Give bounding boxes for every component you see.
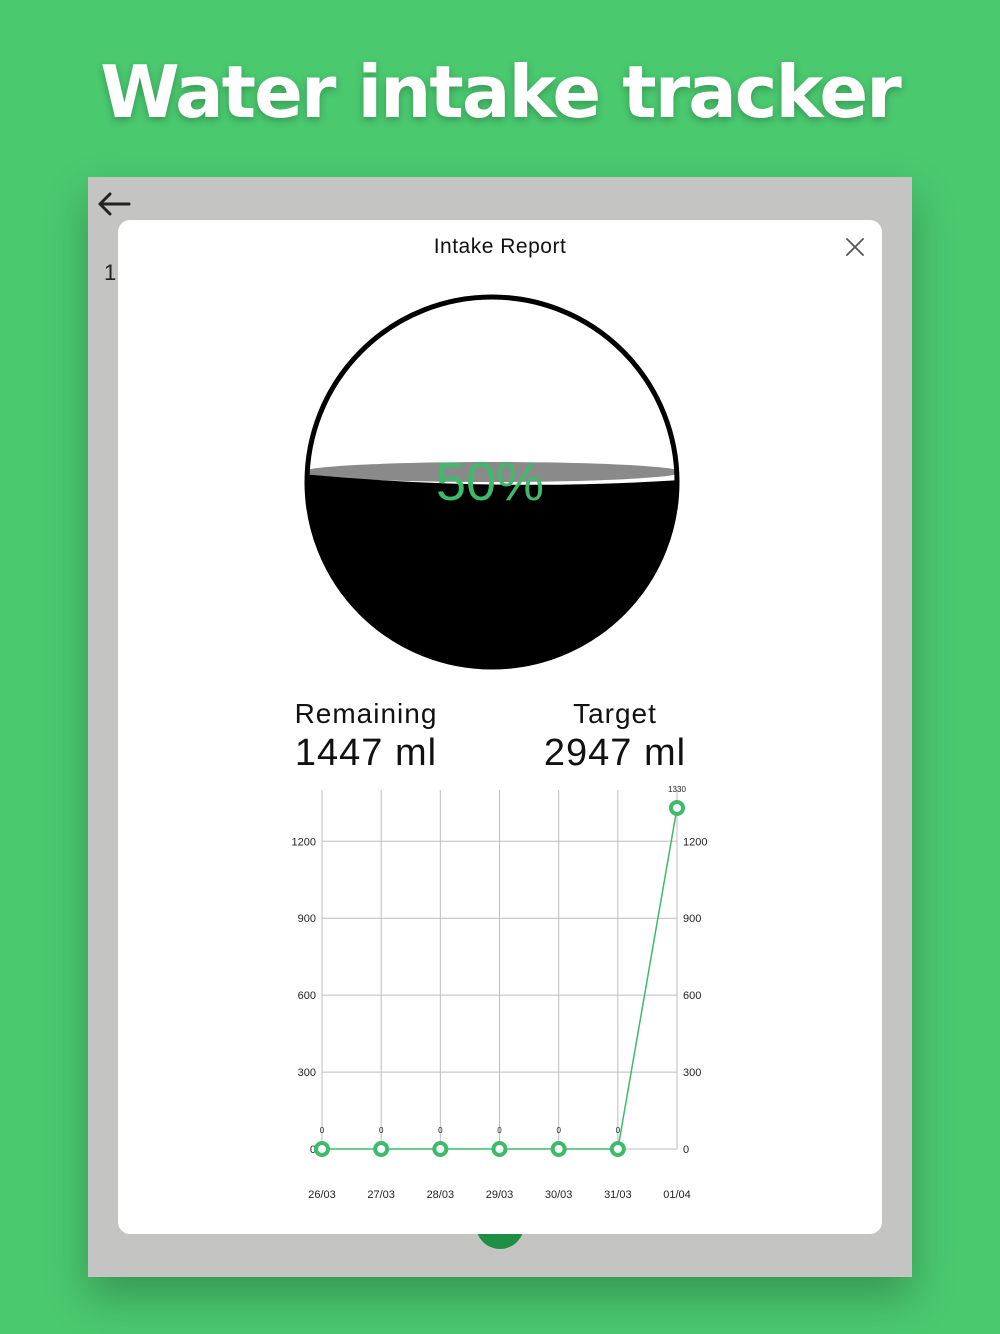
modal-title: Intake Report (433, 235, 567, 258)
data-point (491, 1141, 508, 1157)
y-tick-label-left: 600 (298, 990, 316, 1002)
x-tick-label: 29/03 (486, 1189, 514, 1201)
target-value: 2947 ml (543, 732, 687, 774)
headline: Water intake tracker (100, 50, 902, 134)
x-tick-label: 26/03 (308, 1189, 336, 1201)
y-tick-label-right: 1200 (683, 836, 707, 848)
data-point (550, 1141, 567, 1157)
y-tick-label-right: 0 (683, 1144, 689, 1156)
gauge-percent-label: 50% (436, 452, 544, 512)
data-point (314, 1141, 330, 1157)
x-tick-label: 30/03 (545, 1189, 573, 1201)
y-tick-label-right: 600 (683, 990, 701, 1002)
remaining-value: 1447 ml (294, 732, 438, 774)
data-label: 0 (379, 1126, 384, 1135)
background-text: 1 (104, 260, 117, 285)
remaining-label: Remaining (294, 698, 438, 729)
x-tick-label: 01/04 (663, 1189, 691, 1201)
data-point (669, 799, 685, 816)
y-tick-label-right: 900 (683, 913, 701, 925)
y-tick-label-left: 1200 (292, 836, 316, 848)
y-tick-label-right: 300 (683, 1067, 701, 1079)
data-point (373, 1141, 390, 1157)
x-tick-label: 27/03 (367, 1189, 395, 1201)
intake-history-chart: 0 0 300 300 600 600 900 900 1200 1200 26/03 27/03 28… (292, 785, 708, 1201)
data-point (609, 1141, 626, 1157)
data-label: 0 (497, 1126, 502, 1135)
data-label: 1330 (668, 785, 686, 794)
back-arrow-icon[interactable] (96, 189, 132, 219)
intake-report-modal: Intake Report 50% Remaining 1447 ml Targ… (118, 220, 882, 1234)
data-label: 0 (616, 1126, 621, 1135)
data-label: 0 (556, 1126, 561, 1135)
data-label: 0 (438, 1126, 443, 1135)
remaining-stat: Remaining 1447 ml (256, 698, 476, 775)
close-icon[interactable] (844, 236, 866, 258)
target-label: Target (573, 698, 657, 729)
x-tick-label: 28/03 (427, 1189, 455, 1201)
y-tick-label-left: 300 (298, 1067, 316, 1079)
data-label: 0 (320, 1126, 325, 1135)
x-tick-label: 31/03 (604, 1189, 632, 1201)
y-tick-label-left: 900 (298, 913, 316, 925)
intake-progress-gauge: 50% (304, 294, 680, 670)
target-stat: Target 2947 ml (505, 698, 725, 775)
data-point (432, 1141, 449, 1157)
